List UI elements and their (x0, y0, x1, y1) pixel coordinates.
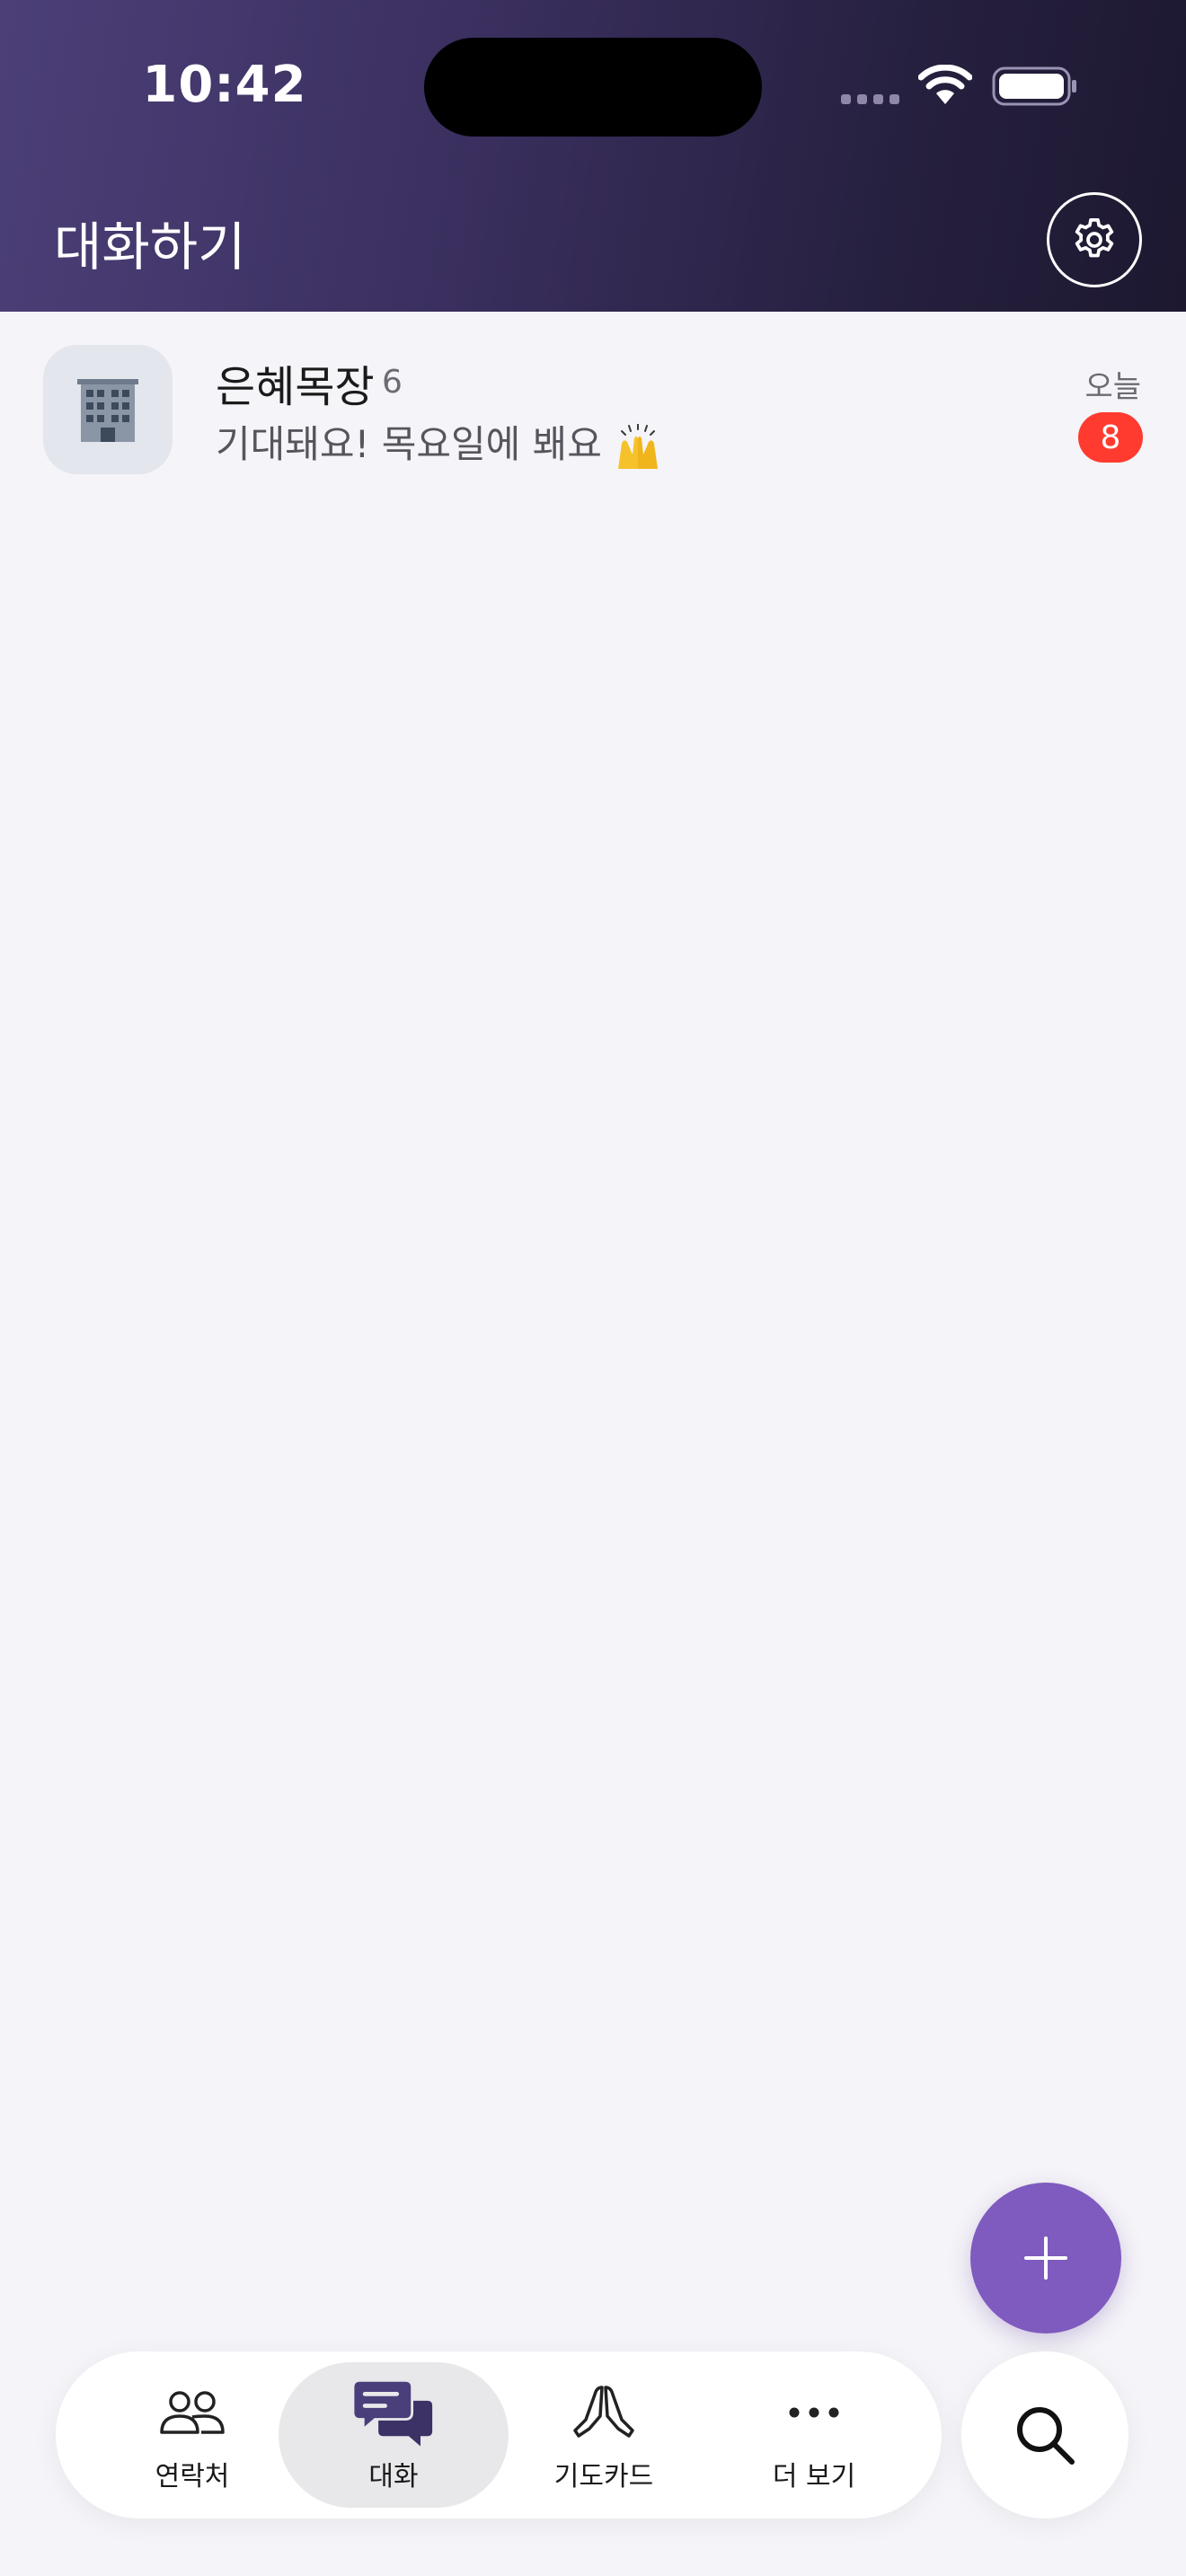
tab-prayer-cards[interactable]: 기도카드 (489, 2362, 719, 2508)
app-header: 10:42 대화하기 (0, 0, 1186, 312)
tab-bar: 연락처 대화 기도카드 더 보기 (56, 2351, 942, 2519)
wifi-icon (918, 65, 972, 104)
status-time: 10:42 (142, 56, 307, 114)
tab-label: 연락처 (155, 2461, 230, 2492)
page-title: 대화하기 (54, 216, 246, 278)
chat-avatar (43, 345, 173, 474)
search-button[interactable] (961, 2351, 1128, 2519)
more-dots-icon (789, 2407, 839, 2418)
tab-label: 더 보기 (772, 2461, 856, 2492)
tab-label: 대화 (368, 2461, 419, 2492)
gear-icon (1075, 217, 1114, 258)
plus-icon (1024, 2236, 1067, 2280)
chat-last-message: 기대돼요! 목요일에 봬요 (216, 414, 663, 471)
new-chat-button[interactable] (970, 2183, 1121, 2333)
search-icon (1017, 2407, 1075, 2465)
settings-button[interactable] (1047, 192, 1142, 287)
tab-contacts[interactable]: 연락처 (77, 2362, 307, 2508)
raising-hands-icon (617, 423, 658, 469)
tab-label: 기도카드 (553, 2461, 654, 2492)
unread-badge: 8 (1078, 412, 1143, 463)
cellular-signal-icon (841, 94, 899, 104)
chat-member-count: 6 (382, 364, 403, 401)
chat-list-item[interactable]: 은혜목장 6 기대돼요! 목요일에 봬요 오늘 8 (0, 312, 1186, 491)
office-building-icon (77, 379, 138, 442)
praying-hands-icon (573, 2386, 634, 2438)
chat-room-name: 은혜목장 (216, 362, 375, 412)
battery-icon (992, 66, 1076, 106)
tab-more[interactable]: 더 보기 (699, 2362, 929, 2508)
tab-chats[interactable]: 대화 (279, 2362, 509, 2508)
people-icon (160, 2391, 225, 2434)
chat-bubbles-icon (353, 2378, 433, 2447)
chat-time: 오늘 (1084, 369, 1141, 405)
chat-last-message-text: 기대돼요! 목요일에 봬요 (216, 422, 602, 466)
dynamic-island (424, 38, 762, 137)
